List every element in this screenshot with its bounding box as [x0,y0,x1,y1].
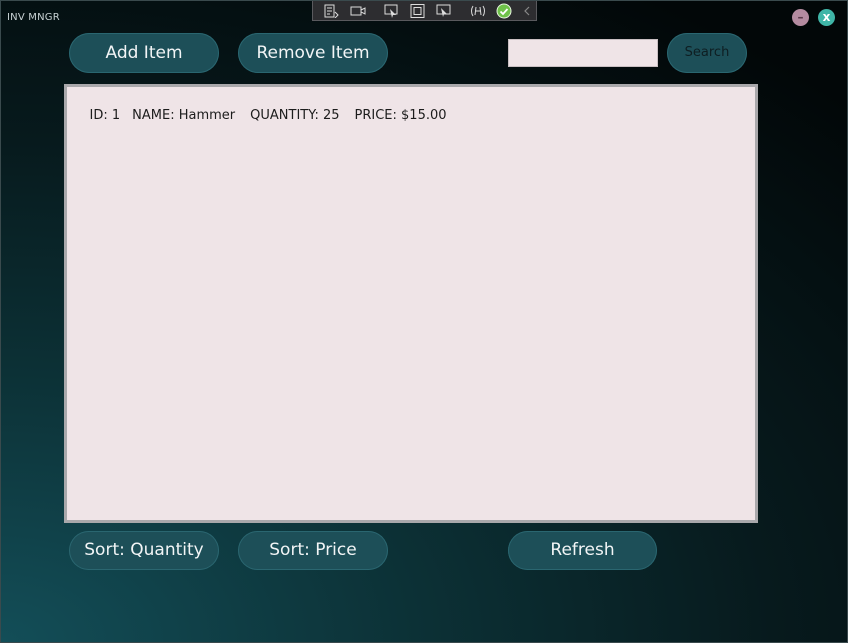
record-icon[interactable] [350,4,366,18]
item-quantity: QUANTITY: 25 [250,108,340,123]
live-visual-tree-icon[interactable] [324,4,340,18]
track-focus-icon[interactable] [436,4,452,18]
close-button[interactable]: x [818,9,835,26]
minimize-button[interactable]: – [792,9,809,26]
hot-reload-icon[interactable] [470,4,486,18]
select-element-icon[interactable] [384,4,400,18]
sort-price-button[interactable]: Sort: Price [238,531,388,570]
inventory-list[interactable]: ID: 1 NAME: Hammer QUANTITY: 25 PRICE: $15.… [64,84,758,523]
sort-quantity-button[interactable]: Sort: Quantity [69,531,219,570]
search-input[interactable] [508,39,658,67]
window-title: INV MNGR [7,12,60,23]
add-item-button[interactable]: Add Item [69,33,219,73]
display-layout-adorners-icon[interactable] [410,3,426,18]
binding-ok-icon[interactable] [496,3,512,18]
collapse-chevron-icon[interactable] [522,4,532,18]
list-item[interactable]: ID: 1 NAME: Hammer QUANTITY: 25 PRICE: $15.… [73,93,459,138]
item-price: PRICE: $15.00 [354,108,447,123]
refresh-button[interactable]: Refresh [508,531,657,570]
item-name: NAME: Hammer [132,108,236,123]
debug-toolbar [312,1,537,21]
search-button[interactable]: Search [667,33,747,73]
item-id: ID: 1 [89,108,121,123]
remove-item-button[interactable]: Remove Item [238,33,388,73]
